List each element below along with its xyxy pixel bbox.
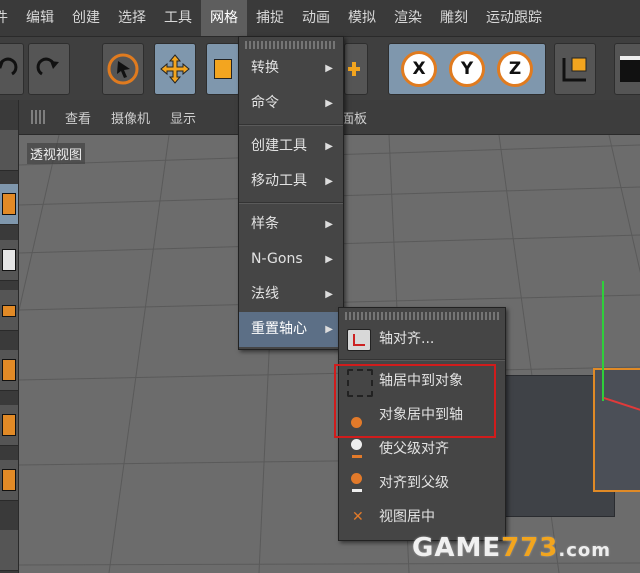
menu-sculpt[interactable]: 雕刻 [431,0,477,36]
submenu-align-to-parent[interactable]: 对齐到父级 [339,466,505,500]
mesh-menu-commands[interactable]: 命令 ▶ [239,86,343,121]
points-icon [2,359,16,381]
redo-icon [36,57,59,76]
redo-button[interactable] [28,43,70,95]
mesh-menu-reset-pivot[interactable]: 重置轴心 ▶ [239,312,343,347]
view-center-icon: ✕ [352,509,364,525]
menu-render[interactable]: 渲染 [385,0,431,36]
menu-animate[interactable]: 动画 [293,0,339,36]
undo-icon [0,57,18,76]
coordinate-system-button[interactable] [554,43,596,95]
axis-align-icon [347,329,371,351]
menu-tearoff-grip[interactable] [245,41,337,49]
texture-mode-tool[interactable] [0,240,18,281]
menu-simulate[interactable]: 模拟 [339,0,385,36]
menu-separator [339,359,505,361]
mesh-menu-normals[interactable]: 法线 ▶ [239,277,343,312]
submenu-arrow-icon: ▶ [325,98,333,109]
watermark-logo: GAME773.com [412,533,612,563]
menu-snap[interactable]: 捕捉 [247,0,293,36]
cursor-icon [107,53,139,85]
edges-icon [2,414,16,436]
undo-button[interactable] [0,43,24,95]
checker-cube-icon [2,249,16,271]
edges-mode-tool[interactable] [0,405,18,446]
menu-tearoff-grip[interactable] [345,312,499,320]
menu-edit[interactable]: 编辑 [17,0,63,36]
axis-center-icon [347,369,373,397]
viewport-menu-cameras[interactable]: 摄像机 [101,108,160,127]
points-mode-tool[interactable] [0,350,18,391]
submenu-arrow-icon: ▶ [325,141,333,152]
submenu-object-center-to-axis[interactable]: 对象居中到轴 [339,398,505,432]
scene-cube-selected[interactable] [593,368,640,492]
viewport-menu-view[interactable]: 查看 [55,108,101,127]
scale-tool-button[interactable] [206,43,240,95]
y-axis-button[interactable]: Y [449,51,485,87]
cube-icon [2,193,16,215]
submenu-arrow-icon: ▶ [325,63,333,74]
menu-tools[interactable]: 工具 [155,0,201,36]
submenu-axis-center-to-object[interactable]: 轴居中到对象 [339,364,505,398]
render-view-button[interactable] [614,43,640,95]
y-axis-gizmo[interactable] [602,281,604,401]
select-tool-button[interactable] [102,43,144,95]
menu-separator [239,124,343,126]
submenu-arrow-icon: ▶ [325,324,333,335]
mesh-menu-create-tools[interactable]: 创建工具 ▶ [239,129,343,164]
viewport-label: 透视视图 [27,143,86,164]
menu-file[interactable]: 件 [0,0,17,36]
reset-pivot-submenu: 轴对齐... 轴居中到对象 对象居中到轴 使父级对齐 对齐到父级 ✕ 视图居中 [338,307,506,541]
viewport-menu-display[interactable]: 显示 [160,108,206,127]
submenu-arrow-icon: ▶ [325,219,333,230]
z-axis-button[interactable]: Z [497,51,533,87]
coordinate-icon [562,57,587,82]
mesh-menu: 转换 ▶ 命令 ▶ 创建工具 ▶ 移动工具 ▶ 样条 ▶ N-Gons ▶ 法线 ▶ 重置轴心… [238,36,344,350]
submenu-arrow-icon: ▶ [325,289,333,300]
mesh-menu-spline[interactable]: 样条 ▶ [239,207,343,242]
x-axis-button[interactable]: X [401,51,437,87]
submenu-view-center[interactable]: ✕ 视图居中 [339,500,505,534]
left-tool-dock [0,100,19,573]
align-to-parent-icon [350,473,364,493]
move-icon [160,54,190,84]
workplane-tool[interactable] [0,290,18,331]
submenu-arrow-icon: ▶ [325,176,333,187]
menu-motion-tracking[interactable]: 运动跟踪 [477,0,551,36]
submenu-parent-align[interactable]: 使父级对齐 [339,432,505,466]
move-tool-button[interactable] [154,43,196,95]
model-mode-tool[interactable] [0,184,18,225]
enable-axis-tool[interactable] [0,530,18,571]
mesh-menu-move-tools[interactable]: 移动工具 ▶ [239,164,343,199]
menu-select[interactable]: 选择 [109,0,155,36]
menubar: 件 编辑 创建 选择 工具 网格 捕捉 动画 模拟 渲染 雕刻 运动跟踪 [0,0,640,37]
menu-mesh[interactable]: 网格 [201,0,247,36]
plane-icon [2,305,16,317]
grip-icon [31,110,45,124]
scale-icon [214,59,232,79]
mesh-menu-conversion[interactable]: 转换 ▶ [239,51,343,86]
rotate-icon [348,62,360,76]
object-center-icon [350,405,364,428]
viewport-solo-tool[interactable] [0,130,18,171]
clapperboard-icon [620,56,640,82]
polygons-icon [2,469,16,491]
menu-create[interactable]: 创建 [63,0,109,36]
menu-separator [239,202,343,204]
rotate-tool-button[interactable] [344,43,368,95]
axis-lock-group: X Y Z [388,43,546,95]
submenu-axis-align[interactable]: 轴对齐... [339,322,505,356]
polygons-mode-tool[interactable] [0,460,18,501]
parent-align-icon [350,439,364,459]
submenu-arrow-icon: ▶ [325,254,333,265]
mesh-menu-ngons[interactable]: N-Gons ▶ [239,242,343,277]
